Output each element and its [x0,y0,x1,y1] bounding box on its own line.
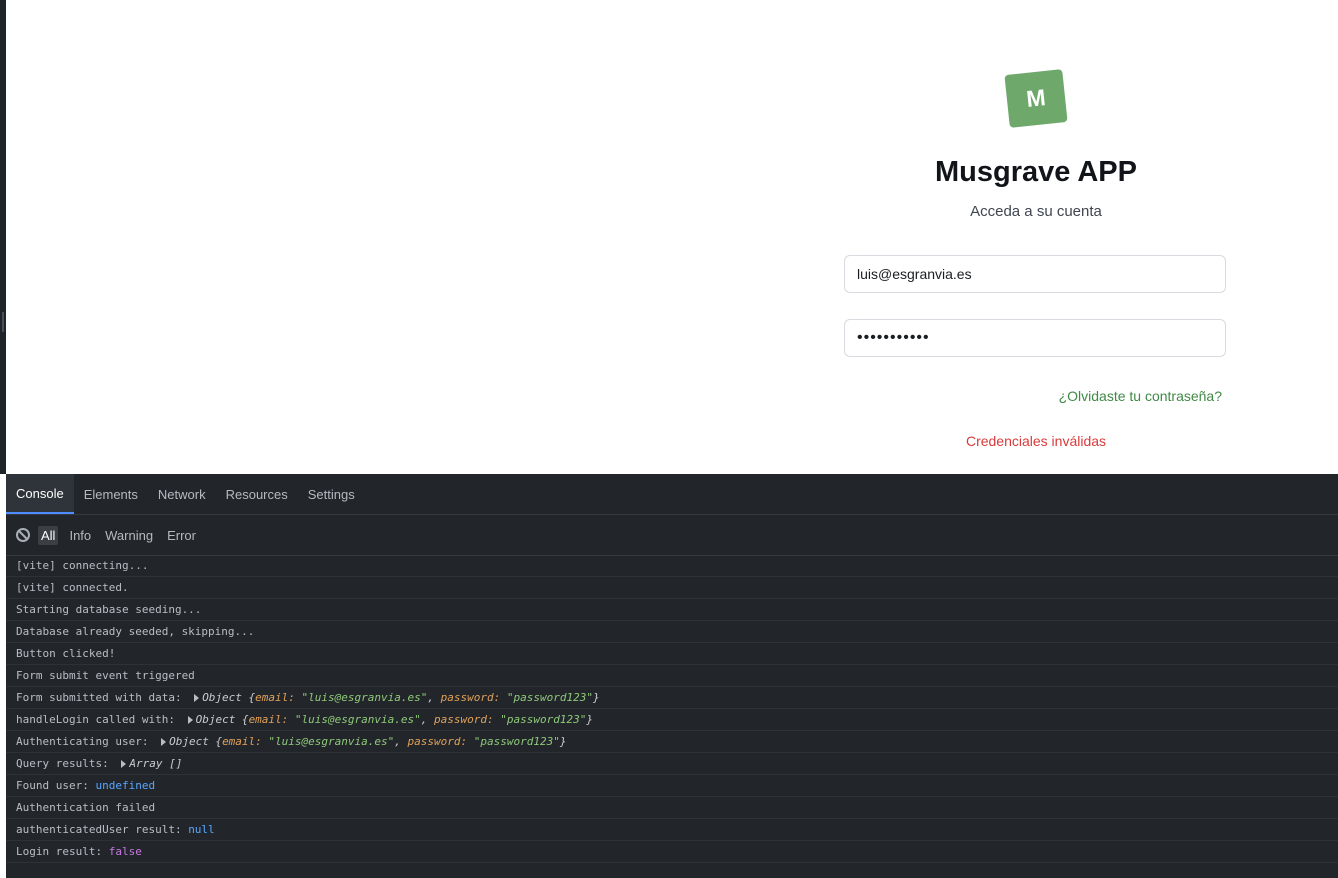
resize-grip[interactable] [2,312,4,332]
clear-console-icon[interactable] [16,528,30,542]
log-entry: Database already seeded, skipping... [6,621,1338,643]
log-entry[interactable]: Query results: Array [] [6,753,1338,775]
page-title: Musgrave APP [935,156,1137,188]
tab-network[interactable]: Network [148,474,216,514]
log-entry: Found user: undefined [6,775,1338,797]
console-log-list: [vite] connecting... [vite] connected. S… [6,555,1338,863]
devtools-tabs: Console Elements Network Resources Setti… [6,474,1338,515]
log-entry: Starting database seeding... [6,599,1338,621]
log-entry: [vite] connecting... [6,555,1338,577]
error-message: Credenciales inválidas [965,433,1107,449]
log-entry: Authentication failed [6,797,1338,819]
log-entry[interactable]: Authenticating user: Object {email: "lui… [6,731,1338,753]
forgot-password-link[interactable]: ¿Olvidaste tu contraseña? [1059,388,1222,404]
password-field[interactable]: ••••••••••• [844,319,1226,357]
login-page: M Musgrave APP Acceda a su cuenta luis@e… [6,0,1338,474]
filter-all[interactable]: All [38,525,59,545]
tab-resources[interactable]: Resources [216,474,298,514]
devtools-panel: Console Elements Network Resources Setti… [6,474,1338,878]
page-subtitle: Acceda a su cuenta [970,203,1102,220]
log-entry: [vite] connected. [6,577,1338,599]
tab-settings[interactable]: Settings [298,474,365,514]
log-entry[interactable]: handleLogin called with: Object {email: … [6,709,1338,731]
tab-console[interactable]: Console [6,474,74,514]
email-field[interactable]: luis@esgranvia.es [844,255,1226,293]
log-entry[interactable]: Form submitted with data: Object {email:… [6,687,1338,709]
filter-error[interactable]: Error [164,526,199,545]
console-filter-bar: All Info Warning Error [6,515,1338,556]
expand-triangle-icon[interactable] [121,759,127,768]
logo-letter: M [1025,84,1047,112]
expand-triangle-icon[interactable] [187,715,193,724]
filter-warning[interactable]: Warning [102,526,156,545]
log-entry: authenticatedUser result: null [6,819,1338,841]
log-entry: Button clicked! [6,643,1338,665]
expand-triangle-icon[interactable] [161,737,167,746]
expand-triangle-icon[interactable] [194,693,200,702]
log-entry: Form submit event triggered [6,665,1338,687]
log-entry: Login result: false [6,841,1338,863]
filter-info[interactable]: Info [66,526,94,545]
app-logo: M [1004,69,1068,128]
tab-elements[interactable]: Elements [74,474,148,514]
